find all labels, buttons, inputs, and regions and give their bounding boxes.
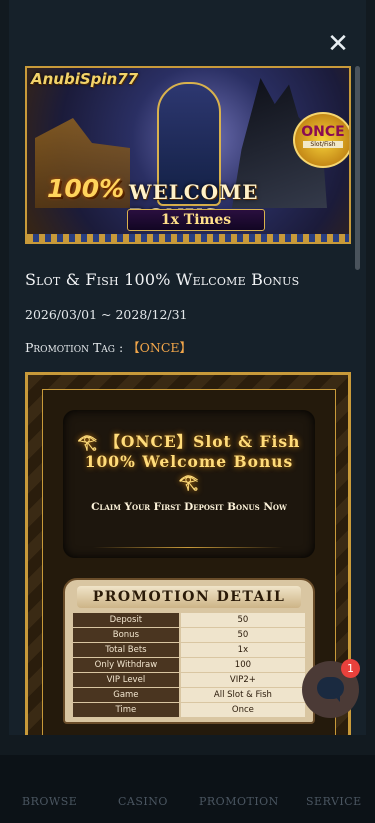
table-row: VIP Level VIP2+	[73, 673, 305, 687]
detail-value: VIP2+	[180, 673, 305, 687]
detail-value: 50	[180, 613, 305, 627]
detail-value: 1x	[180, 643, 305, 657]
table-row: Time Once	[73, 703, 305, 717]
nav-item-promotion[interactable]: PROMOTION	[199, 795, 279, 808]
detail-key: Game	[73, 688, 179, 702]
nav-item-service[interactable]: SERVICE	[306, 795, 362, 808]
promotion-poster: 𓂀 【ONCE】Slot & Fish 100% Welcome Bonus 𓂀…	[25, 372, 351, 735]
detail-key: Total Bets	[73, 643, 179, 657]
detail-value: All Slot & Fish	[180, 688, 305, 702]
detail-value: 50	[180, 628, 305, 642]
banner-times: 1x Times	[127, 209, 265, 231]
promotion-dates: 2026/03/01 ~ 2028/12/31	[25, 307, 188, 322]
promotion-tag-row: Promotion Tag : 【ONCE】	[25, 337, 192, 356]
banner-percent: 100%	[47, 174, 125, 203]
detail-key: Only Withdraw	[73, 658, 179, 672]
promotion-tag-value: 【ONCE】	[127, 340, 193, 355]
detail-key: Bonus	[73, 628, 179, 642]
detail-key: VIP Level	[73, 673, 179, 687]
promotion-banner: AnubiSpin77 ONCE Slot/Fish 100% WELCOME …	[25, 66, 351, 244]
detail-key: Deposit	[73, 613, 179, 627]
chat-bubble-icon	[317, 677, 344, 702]
close-icon[interactable]: ✕	[326, 31, 350, 57]
promotion-modal: ✕ AnubiSpin77 ONCE Slot/Fish 100% WELCOM…	[9, 0, 366, 735]
bottom-nav: BROWSE CASINO PROMOTION SERVICE	[0, 755, 375, 823]
poster-subline: Claim Your First Deposit Bonus Now	[91, 501, 287, 513]
nav-item-browse[interactable]: BROWSE	[22, 795, 77, 808]
scrollbar[interactable]	[355, 66, 360, 270]
poster-headline: 𓂀 【ONCE】Slot & Fish 100% Welcome Bonus 𓂀	[77, 432, 301, 491]
promotion-title: Slot & Fish 100% Welcome Bonus	[25, 270, 300, 289]
promotion-tag-label: Promotion Tag :	[25, 340, 128, 355]
nav-item-casino[interactable]: CASINO	[118, 795, 168, 808]
poster-hero: 𓂀 【ONCE】Slot & Fish 100% Welcome Bonus 𓂀…	[63, 410, 315, 558]
once-badge-label: ONCE	[301, 124, 345, 140]
promotion-detail-table: Deposit 50 Bonus 50 Total Bets 1x Only With…	[71, 612, 307, 718]
once-badge-sub: Slot/Fish	[303, 141, 343, 148]
brand-logo: AnubiSpin77	[31, 70, 139, 88]
detail-key: Time	[73, 703, 179, 717]
table-row: Game All Slot & Fish	[73, 688, 305, 702]
banner-border-strip	[27, 234, 349, 242]
table-row: Bonus 50	[73, 628, 305, 642]
chat-notification-badge: 1	[341, 659, 360, 678]
detail-value: Once	[180, 703, 305, 717]
detail-value: 100	[180, 658, 305, 672]
table-row: Deposit 50	[73, 613, 305, 627]
once-badge: ONCE Slot/Fish	[293, 112, 349, 168]
promotion-detail-title: PROMOTION DETAIL	[77, 586, 301, 608]
poster-inner-frame: 𓂀 【ONCE】Slot & Fish 100% Welcome Bonus 𓂀…	[42, 389, 336, 735]
table-row: Only Withdraw 100	[73, 658, 305, 672]
poster-divider	[93, 547, 283, 548]
table-row: Total Bets 1x	[73, 643, 305, 657]
promotion-detail-card: PROMOTION DETAIL Deposit 50 Bonus 50 Total…	[63, 578, 315, 724]
chat-button[interactable]: 1	[302, 659, 360, 718]
